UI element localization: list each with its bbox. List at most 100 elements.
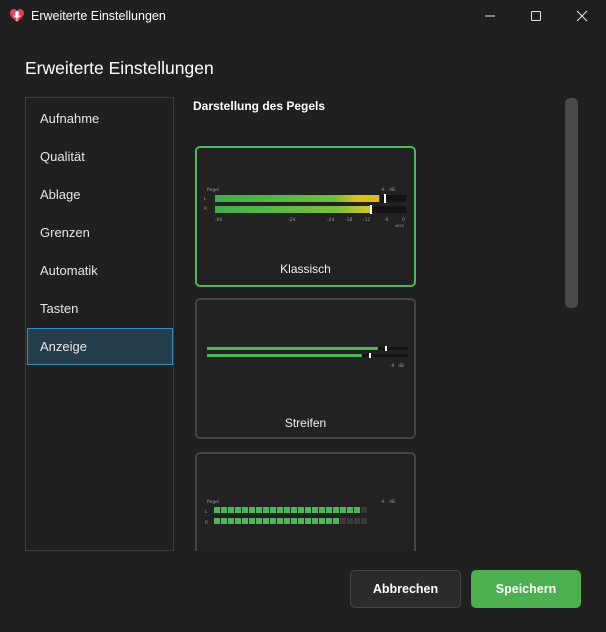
cancel-button[interactable]: Abbrechen xyxy=(350,570,461,608)
segment-preview-title: Pegel xyxy=(207,499,219,505)
level-segment xyxy=(228,518,234,524)
level-segment xyxy=(319,518,325,524)
peak-marker-left xyxy=(384,194,386,203)
preview-channel-l: L xyxy=(204,196,207,202)
level-segment xyxy=(312,507,318,513)
close-button[interactable] xyxy=(559,0,605,32)
level-segment xyxy=(361,507,367,513)
level-segment xyxy=(270,518,276,524)
segment-meter-preview: Pegel -9 dB L R xyxy=(205,499,395,526)
sidebar-item-tasten[interactable]: Tasten xyxy=(27,290,173,327)
level-segment xyxy=(221,518,227,524)
sidebar-item-aufnahme[interactable]: Aufnahme xyxy=(27,100,173,137)
sidebar-item-ablage[interactable]: Ablage xyxy=(27,176,173,213)
scale-tick: -6 xyxy=(384,217,389,223)
level-segment xyxy=(284,507,290,513)
scale-unit: dBFS xyxy=(395,224,405,228)
level-segment xyxy=(333,507,339,513)
level-segment xyxy=(361,518,367,524)
level-segment xyxy=(340,518,346,524)
level-segment xyxy=(270,507,276,513)
close-icon xyxy=(576,10,588,22)
segment-channel-r: R xyxy=(205,520,208,526)
sidebar-item-automatik[interactable]: Automatik xyxy=(27,252,173,289)
segment-peak-unit: dB xyxy=(389,499,395,505)
scale-tick: -12 xyxy=(363,217,370,223)
scale-tick: -18 xyxy=(345,217,352,223)
level-segment xyxy=(354,507,360,513)
level-segment xyxy=(305,507,311,513)
minimize-icon xyxy=(485,15,495,17)
stripe-peak-right xyxy=(369,353,371,358)
minimize-button[interactable] xyxy=(467,0,513,32)
level-segment xyxy=(256,507,262,513)
settings-window: Erweiterte Einstellungen Erweiterte Eins… xyxy=(0,0,606,632)
level-segment xyxy=(340,507,346,513)
level-bar-right xyxy=(215,206,372,213)
level-segment xyxy=(214,518,220,524)
content-scrollbar[interactable] xyxy=(565,98,578,308)
level-segment xyxy=(235,518,241,524)
scale-tick: -24 xyxy=(327,217,334,223)
level-segment xyxy=(354,518,360,524)
sidebar-item-anzeige[interactable]: Anzeige xyxy=(27,328,173,365)
maximize-icon xyxy=(531,11,541,21)
level-segment xyxy=(249,507,255,513)
level-segment xyxy=(263,507,269,513)
level-segment xyxy=(228,507,234,513)
stripe-peak-left xyxy=(385,346,387,351)
level-segment xyxy=(319,507,325,513)
sidebar: Aufnahme Qualität Ablage Grenzen Automat… xyxy=(25,97,174,551)
level-segment xyxy=(242,518,248,524)
preview-peak-label: -9 xyxy=(380,187,385,193)
level-segment xyxy=(333,518,339,524)
level-segment xyxy=(263,518,269,524)
level-segment xyxy=(221,507,227,513)
level-segment xyxy=(326,518,332,524)
level-segment xyxy=(277,518,283,524)
sidebar-item-grenzen[interactable]: Grenzen xyxy=(27,214,173,251)
segment-peak-label: -9 xyxy=(380,499,385,505)
maximize-button[interactable] xyxy=(513,0,559,32)
level-segment xyxy=(284,518,290,524)
stripe-bar-right xyxy=(207,354,362,357)
level-segment xyxy=(291,518,297,524)
segment-channel-l: L xyxy=(205,509,208,515)
meter-style-list: Pegel -9 dB L R -60 -24 -24 -18 -12 -6 0… xyxy=(190,120,430,551)
level-segment xyxy=(347,507,353,513)
preview-peak-unit: dB xyxy=(389,187,395,193)
preview-title: Pegel xyxy=(207,187,219,193)
level-segment xyxy=(235,507,241,513)
level-segment xyxy=(256,518,262,524)
level-segment xyxy=(298,507,304,513)
window-title: Erweiterte Einstellungen xyxy=(31,9,166,23)
level-bar-left xyxy=(215,195,380,202)
level-segment xyxy=(326,507,332,513)
peak-marker-right xyxy=(370,205,372,214)
meter-style-card-stripes[interactable]: -9 dB Streifen xyxy=(195,298,416,439)
level-segment xyxy=(249,518,255,524)
meter-style-label: Klassisch xyxy=(280,262,331,276)
level-segment xyxy=(312,518,318,524)
level-segment xyxy=(277,507,283,513)
title-bar: Erweiterte Einstellungen xyxy=(0,0,606,32)
app-icon xyxy=(10,9,24,22)
meter-style-card-segments[interactable]: Pegel -9 dB L R xyxy=(195,452,416,551)
level-segment xyxy=(242,507,248,513)
meter-style-card-classic[interactable]: Pegel -9 dB L R -60 -24 -24 -18 -12 -6 0… xyxy=(195,146,416,287)
stripe-bar-left xyxy=(207,347,378,350)
sidebar-item-qualitaet[interactable]: Qualität xyxy=(27,138,173,175)
level-segment xyxy=(214,507,220,513)
page-title: Erweiterte Einstellungen xyxy=(25,58,214,78)
level-segment xyxy=(298,518,304,524)
stripe-peak-unit: dB xyxy=(398,363,404,369)
stripe-peak-label: -9 xyxy=(390,363,395,369)
save-button[interactable]: Speichern xyxy=(471,570,581,608)
level-segment xyxy=(305,518,311,524)
level-segment xyxy=(291,507,297,513)
scale-tick: -60 xyxy=(215,217,222,223)
meter-style-label: Streifen xyxy=(284,416,327,430)
scale-tick: 0 xyxy=(402,217,405,223)
preview-channel-r: R xyxy=(204,206,207,212)
scale-tick: -24 xyxy=(288,217,295,223)
